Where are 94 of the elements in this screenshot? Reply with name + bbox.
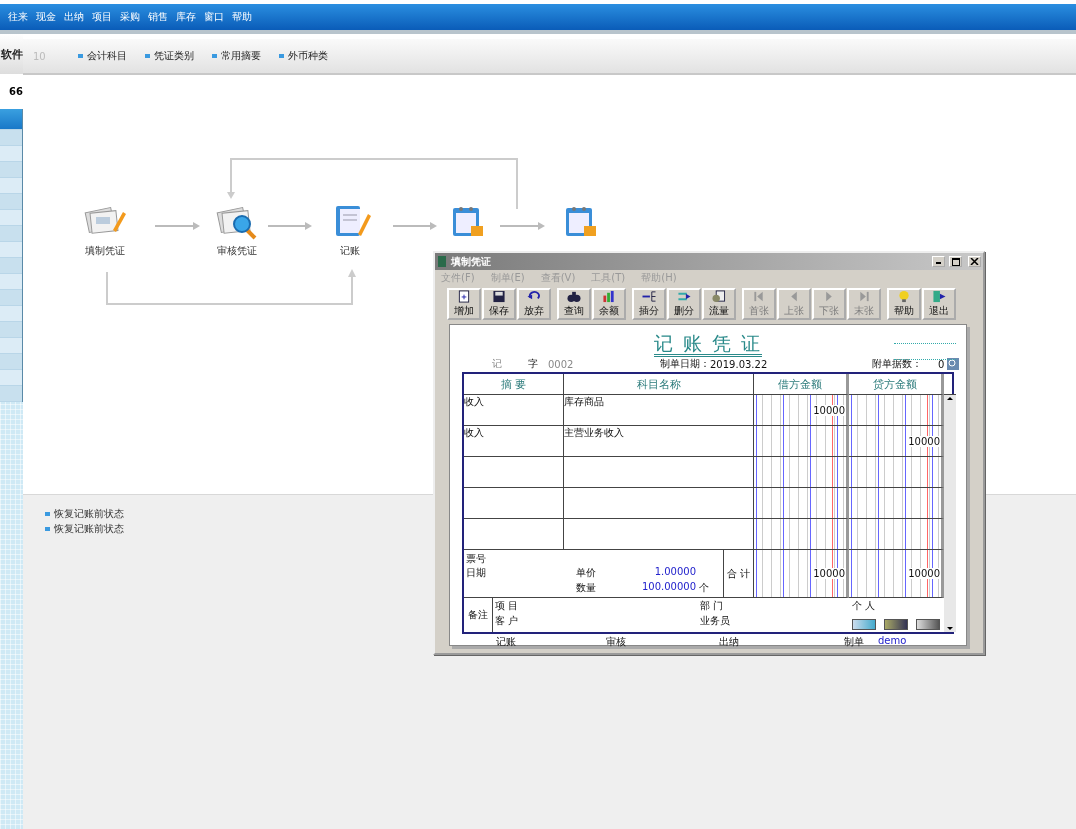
menu-item[interactable]: 项目	[92, 10, 112, 24]
document-pencil-icon[interactable]	[84, 207, 126, 234]
connector-arrow	[154, 222, 200, 230]
ticket-label: 票号	[466, 552, 487, 566]
exit-door-icon	[931, 290, 947, 303]
debit-amount: 10000	[812, 404, 846, 416]
project-label: 项 目	[495, 599, 520, 613]
menu-item[interactable]: 帮助	[232, 10, 252, 24]
toolbar-link[interactable]: 外币种类	[279, 49, 328, 63]
toolbar-button[interactable]: 删分	[667, 288, 701, 320]
app-icon	[437, 255, 447, 268]
flow-step-label: 记账	[339, 244, 361, 258]
search-icon[interactable]	[947, 358, 960, 370]
menu-item[interactable]: 出纳	[64, 10, 84, 24]
debit-total: 10000	[812, 568, 846, 579]
notebook-pencil-icon[interactable]	[336, 206, 371, 236]
insert-row-icon	[641, 290, 657, 303]
toolbar-link[interactable]: 会计科目	[78, 49, 127, 63]
task-link[interactable]: 恢复记账前状态	[45, 506, 124, 521]
calendar-icon[interactable]	[566, 207, 596, 236]
connector-arrow	[392, 222, 437, 230]
menu-item[interactable]: 采购	[120, 10, 140, 24]
window-title: 填制凭证	[451, 254, 492, 269]
summary-cell: 收入	[464, 396, 484, 407]
attachments-count: 0	[938, 358, 945, 370]
menu-item[interactable]: 往来	[8, 10, 28, 24]
sidebar-title: 软件	[1, 46, 23, 62]
customer-label: 客 户	[495, 614, 520, 628]
voucher-title: 记 账 凭 证	[653, 332, 763, 357]
toolbar-button[interactable]: 余额	[592, 288, 626, 320]
toolbar-button[interactable]: 插分	[632, 288, 666, 320]
person-label: 个 人	[851, 599, 877, 613]
lightbulb-icon	[896, 290, 912, 303]
connector-arrow	[267, 222, 312, 230]
account-cell: 库存商品	[564, 396, 604, 407]
delete-row-icon	[676, 290, 692, 303]
flow-step-label: 审核凭证	[216, 244, 258, 258]
unit-label: 个	[698, 581, 710, 595]
voucher-type: 记	[492, 357, 503, 371]
card-icon[interactable]	[884, 619, 908, 630]
chart-icon	[601, 290, 617, 303]
card-icon[interactable]	[916, 619, 940, 630]
department-label: 部 门	[700, 599, 725, 613]
menu-item[interactable]: 窗口	[204, 10, 224, 24]
menu-item[interactable]: 销售	[148, 10, 168, 24]
card-icon[interactable]	[852, 619, 876, 630]
toolbar-button[interactable]: 放弃	[517, 288, 551, 320]
toolbar-button[interactable]: 流量	[702, 288, 736, 320]
new-page-icon	[456, 290, 472, 303]
word-label: 字	[528, 357, 539, 371]
signature-label: 审核	[606, 635, 626, 649]
sidebar-label: 66	[9, 86, 23, 97]
maximize-button[interactable]	[949, 256, 962, 267]
summary-cell: 收入	[464, 427, 484, 438]
task-link[interactable]: 恢复记账前状态	[45, 521, 124, 536]
signature-value: demo	[878, 635, 907, 648]
menu-item[interactable]: 现金	[36, 10, 56, 24]
menu-item[interactable]: 库存	[176, 10, 196, 24]
toolbar-button[interactable]: 查询	[557, 288, 591, 320]
account-cell: 主营业务收入	[564, 427, 624, 438]
quantity-label: 数量	[576, 581, 597, 595]
voucher-number: 0002	[548, 358, 575, 370]
document-magnifier-icon[interactable]	[216, 207, 257, 240]
unit-price: 1.00000	[653, 566, 696, 579]
connector-arrow	[499, 222, 545, 230]
credit-amount: 10000	[907, 435, 941, 447]
remarks-label: 备注	[468, 608, 488, 622]
binoculars-icon	[566, 290, 582, 303]
signature-label: 出纳	[719, 635, 739, 649]
flow-step-label: 填制凭证	[84, 244, 126, 258]
hand-document-icon	[711, 290, 727, 303]
toolbar-button[interactable]: 退出	[922, 288, 956, 320]
minimize-button[interactable]	[932, 256, 945, 267]
quantity: 100.00000	[640, 581, 696, 594]
toolbar-button[interactable]: 增加	[447, 288, 481, 320]
voucher-date: 2019.03.22	[710, 358, 769, 370]
toolbar-link[interactable]: 常用摘要	[212, 49, 261, 63]
unit-price-label: 单价	[576, 566, 597, 580]
signature-label: 记账	[496, 635, 516, 649]
toolbar-link[interactable]: 凭证类别	[145, 49, 194, 63]
close-button[interactable]	[968, 256, 981, 267]
total-label: 合 计	[726, 566, 751, 581]
calendar-icon[interactable]	[453, 207, 483, 236]
column-header: 科目名称	[564, 374, 754, 395]
toolbar-button[interactable]: 保存	[482, 288, 516, 320]
column-header: 摘 要	[464, 374, 564, 395]
date-field-label: 日期	[466, 566, 487, 580]
salesperson-label: 业务员	[700, 614, 731, 628]
toolbar-button[interactable]: 帮助	[887, 288, 921, 320]
date-label: 制单日期：	[660, 357, 710, 371]
scrollbar[interactable]	[944, 395, 956, 632]
floppy-icon	[491, 290, 507, 303]
credit-total: 10000	[907, 568, 941, 579]
signature-label: 制单	[844, 635, 864, 649]
